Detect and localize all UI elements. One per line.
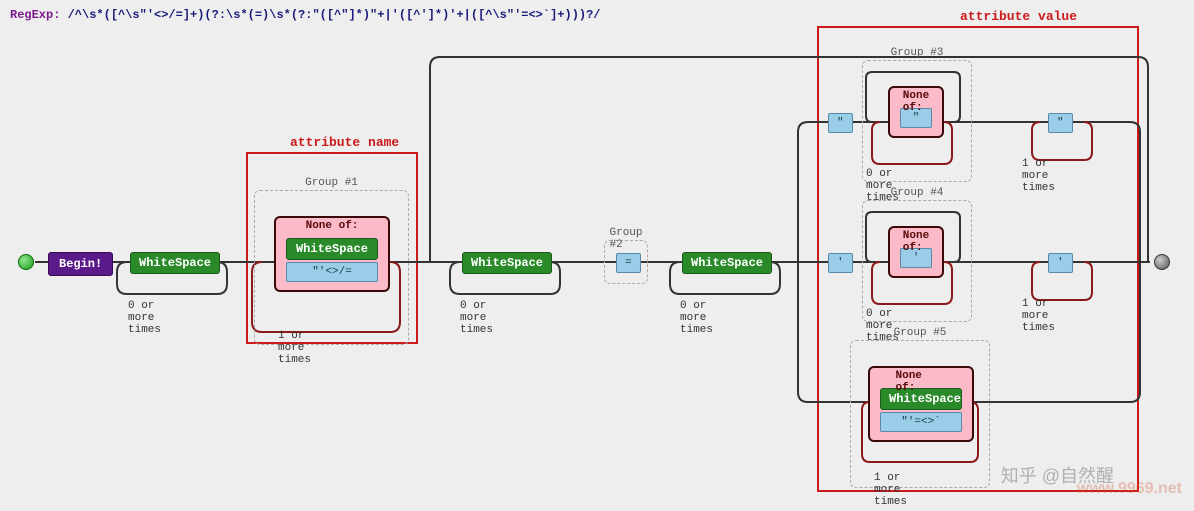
- sq-open: ': [828, 253, 853, 273]
- dq-open: ": [828, 113, 853, 133]
- times-1more-dq: 1 or more times: [1022, 158, 1055, 194]
- times-1more-sq: 1 or more times: [1022, 298, 1055, 334]
- chars-in-none-1: "'<>/=: [286, 262, 378, 282]
- times-0more-1: 0 or more times: [128, 300, 161, 336]
- none-of-1: None of: WhiteSpace "'<>/=: [274, 216, 390, 292]
- end-icon: [1154, 254, 1170, 270]
- start-icon: [18, 254, 34, 270]
- times-1more-g5: 1 or more times: [874, 472, 907, 508]
- none-of-3: None of: ": [888, 86, 944, 138]
- whitespace-token-1: WhiteSpace: [130, 252, 220, 274]
- times-0more-g3: 0 or more times: [866, 168, 899, 204]
- ws-in-none-1: WhiteSpace: [286, 238, 378, 260]
- times-0more-g4: 0 or more times: [866, 308, 899, 344]
- regexp-expression: RegExp: /^\s*([^\s"'<>/=]+)(?:\s*(=)\s*(…: [10, 8, 601, 22]
- times-1more-g1: 1 or more times: [278, 330, 311, 366]
- begin-anchor: Begin!: [48, 252, 113, 276]
- whitespace-token-3: WhiteSpace: [682, 252, 772, 274]
- none-of-5: None of: WhiteSpace "'=<>`: [868, 366, 974, 442]
- none-of-4: None of: ': [888, 226, 944, 278]
- dq-close: ": [1048, 113, 1073, 133]
- chars-in-none-5: "'=<>`: [880, 412, 962, 432]
- sq-close: ': [1048, 253, 1073, 273]
- whitespace-token-2: WhiteSpace: [462, 252, 552, 274]
- equals-token: =: [616, 253, 641, 273]
- times-0more-2: 0 or more times: [460, 300, 493, 336]
- highlight-attr-value-label: attribute value: [960, 9, 1077, 24]
- times-0more-3: 0 or more times: [680, 300, 713, 336]
- watermark-url: www.9969.net: [1077, 480, 1182, 498]
